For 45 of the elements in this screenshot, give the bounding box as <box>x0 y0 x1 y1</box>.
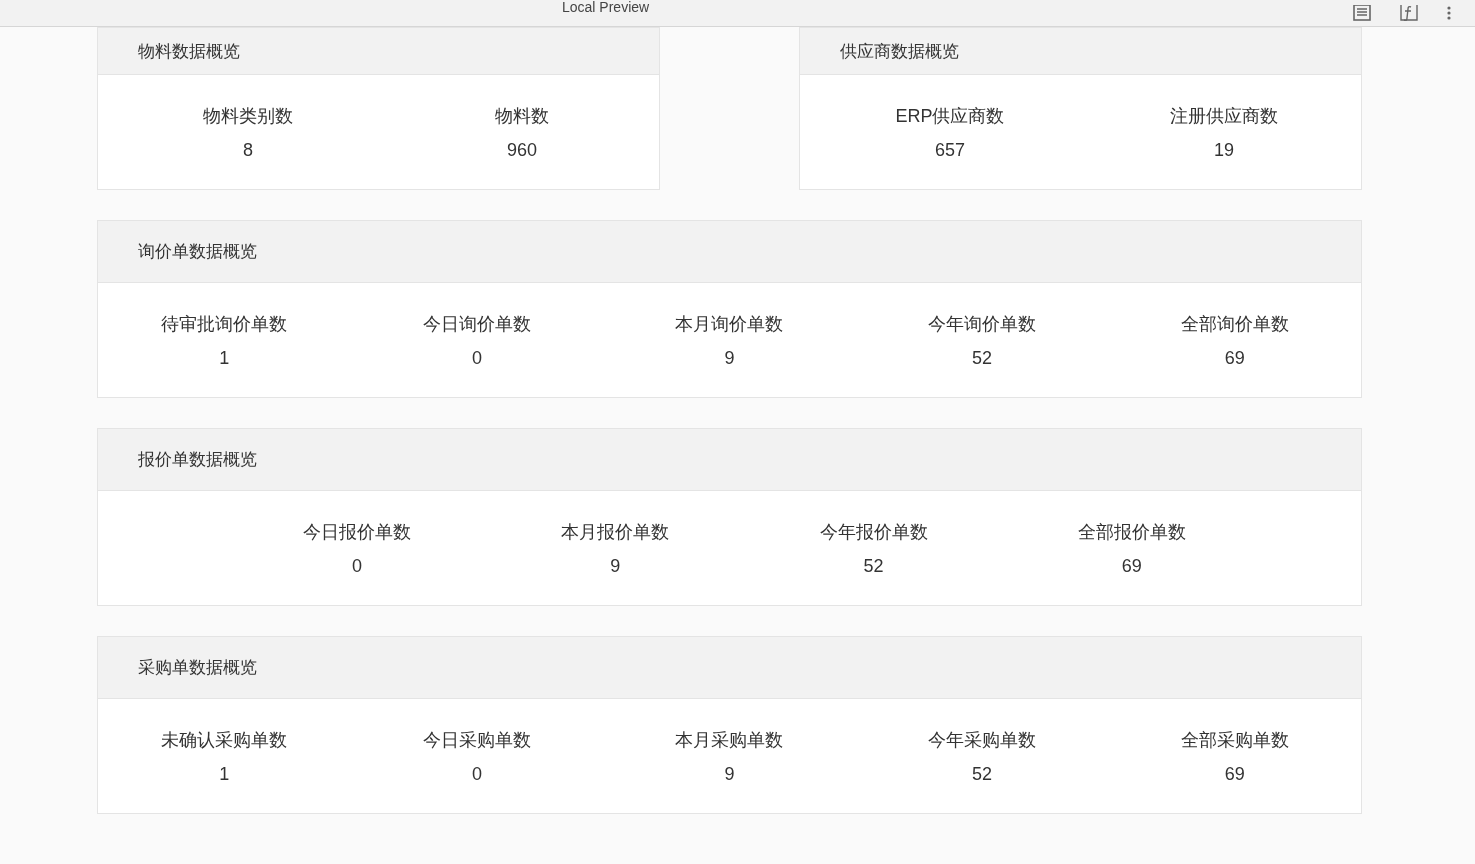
stat-label: 未确认采购单数 <box>161 728 288 752</box>
function-icon[interactable] <box>1399 5 1419 21</box>
stat-label: 本月采购单数 <box>675 728 784 752</box>
card-header: 采购单数据概览 <box>98 637 1361 699</box>
stat-value: 69 <box>1224 347 1245 369</box>
stat-label: 今年报价单数 <box>819 520 928 544</box>
stat-label: 本月询价单数 <box>675 312 784 336</box>
stat-value: 52 <box>972 347 993 369</box>
stat-value: 1 <box>219 763 230 785</box>
stat-label: 物料数 <box>495 104 549 128</box>
stat-value: 0 <box>352 555 363 577</box>
stat-value: 69 <box>1121 555 1142 577</box>
stat-label: 今日询价单数 <box>422 312 531 336</box>
stat-value: 52 <box>863 555 884 577</box>
stat-label: 今年询价单数 <box>928 312 1037 336</box>
more-icon[interactable] <box>1447 6 1451 20</box>
stat-label: 今年采购单数 <box>928 728 1037 752</box>
stat-value: 52 <box>972 763 993 785</box>
stat-label: 今日报价单数 <box>303 520 412 544</box>
stat-label: 注册供应商数 <box>1170 104 1278 128</box>
window-title: Local Preview <box>562 0 650 14</box>
stat-value: 9 <box>724 347 735 369</box>
stat-value: 8 <box>243 139 253 161</box>
stat-label: 本月报价单数 <box>561 520 670 544</box>
stat-value: 0 <box>471 347 482 369</box>
stat-value: 960 <box>506 139 537 161</box>
stat-value: 657 <box>934 139 965 161</box>
stat-value: 9 <box>610 555 621 577</box>
document-icon[interactable] <box>1353 5 1371 21</box>
stat-value: 0 <box>471 763 482 785</box>
stat-label: 物料类别数 <box>203 104 293 128</box>
stat-label: 全部询价单数 <box>1180 312 1289 336</box>
stat-value: 69 <box>1224 763 1245 785</box>
stat-label: 今日采购单数 <box>422 728 531 752</box>
card-header: 物料数据概览 <box>98 28 659 75</box>
stat-label: ERP供应商数 <box>895 104 1005 128</box>
stat-value: 1 <box>219 347 230 369</box>
card-header: 报价单数据概览 <box>98 429 1361 491</box>
stat-label: 全部采购单数 <box>1180 728 1289 752</box>
stat-value: 9 <box>724 763 735 785</box>
card-header: 供应商数据概览 <box>800 28 1361 75</box>
stat-label: 全部报价单数 <box>1077 520 1186 544</box>
stat-value: 19 <box>1214 139 1234 161</box>
stat-label: 待审批询价单数 <box>161 312 288 336</box>
card-header: 询价单数据概览 <box>98 221 1361 283</box>
